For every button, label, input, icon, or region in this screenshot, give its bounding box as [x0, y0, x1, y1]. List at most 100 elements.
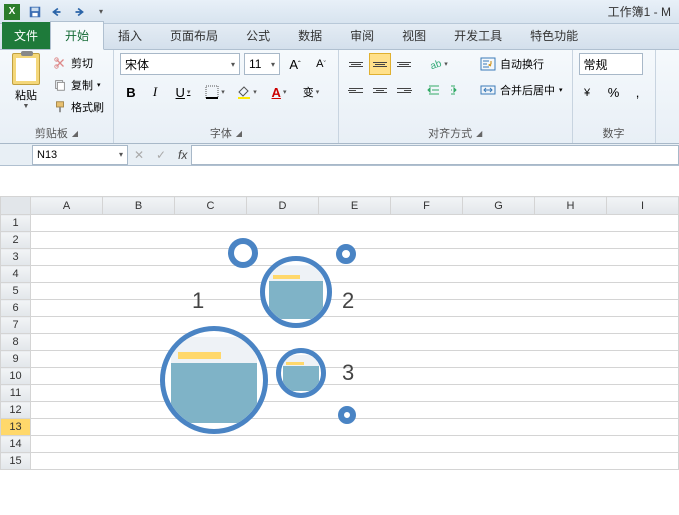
bold-button[interactable]: B [120, 81, 142, 103]
row-header[interactable]: 10 [1, 368, 31, 385]
cell[interactable] [31, 249, 679, 266]
clipboard-dialog-launcher[interactable]: ◢ [72, 129, 78, 138]
align-center-button[interactable] [369, 79, 391, 101]
row-header[interactable]: 5 [1, 283, 31, 300]
row-header[interactable]: 3 [1, 249, 31, 266]
align-right-button[interactable] [393, 79, 415, 101]
row-header[interactable]: 14 [1, 436, 31, 453]
italic-button[interactable]: I [144, 81, 166, 103]
decrease-indent-button[interactable] [423, 79, 445, 101]
cell[interactable] [31, 232, 679, 249]
formula-input[interactable] [191, 145, 679, 165]
fill-color-button[interactable]: ▾ [232, 81, 262, 103]
row-header[interactable]: 2 [1, 232, 31, 249]
cell[interactable] [31, 453, 679, 470]
row-header[interactable]: 12 [1, 402, 31, 419]
row-header[interactable]: 15 [1, 453, 31, 470]
align-middle-button[interactable] [369, 53, 391, 75]
cell[interactable] [31, 385, 679, 402]
underline-button[interactable]: U▾ [168, 81, 198, 103]
font-color-button[interactable]: A ▾ [264, 81, 294, 103]
tab-developer[interactable]: 开发工具 [440, 22, 516, 49]
merge-center-button[interactable]: 合并后居中 ▾ [477, 79, 566, 101]
cell[interactable] [31, 368, 679, 385]
col-header[interactable]: E [319, 197, 391, 215]
qat-customize-dropdown[interactable]: ▾ [91, 3, 111, 21]
col-header[interactable]: G [463, 197, 535, 215]
fx-icon[interactable]: fx [178, 148, 187, 162]
number-format-combo[interactable]: 常规 [579, 53, 643, 75]
tab-review[interactable]: 审阅 [336, 22, 388, 49]
wrap-text-icon [480, 56, 496, 72]
col-header[interactable]: D [247, 197, 319, 215]
font-name-caret: ▾ [227, 60, 235, 69]
alignment-dialog-launcher[interactable]: ◢ [476, 129, 482, 138]
tab-insert[interactable]: 插入 [104, 22, 156, 49]
cut-button[interactable]: 剪切 [50, 53, 107, 73]
cell[interactable] [31, 351, 679, 368]
align-bottom-button[interactable] [393, 53, 415, 75]
font-dialog-launcher[interactable]: ◢ [236, 129, 242, 138]
font-size-combo[interactable]: 11 ▾ [244, 53, 280, 75]
copy-button[interactable]: 复制 ▾ [50, 75, 107, 95]
align-left-button[interactable] [345, 79, 367, 101]
name-box[interactable]: N13 ▾ [32, 145, 128, 165]
format-painter-button[interactable]: 格式刷 [50, 97, 107, 117]
cell-grid[interactable]: A B C D E F G H I 1 2 3 4 5 6 7 8 9 10 1… [0, 196, 679, 470]
decrease-indent-icon [427, 83, 441, 97]
row-header[interactable]: 7 [1, 317, 31, 334]
row-header[interactable]: 1 [1, 215, 31, 232]
select-all-corner[interactable] [1, 197, 31, 215]
font-name-combo[interactable]: 宋体 ▾ [120, 53, 240, 75]
cell[interactable] [31, 300, 679, 317]
tab-view[interactable]: 视图 [388, 22, 440, 49]
decrease-font-button[interactable]: Aˇ [310, 53, 332, 75]
font-name-value: 宋体 [125, 56, 149, 73]
enter-button[interactable]: ✓ [152, 146, 170, 164]
col-header[interactable]: A [31, 197, 103, 215]
currency-button[interactable]: ¥ [579, 81, 601, 103]
phonetic-button[interactable]: 变 ▾ [296, 81, 326, 103]
tab-file[interactable]: 文件 [2, 22, 50, 49]
row-header[interactable]: 4 [1, 266, 31, 283]
increase-font-button[interactable]: Aˆ [284, 53, 306, 75]
cell[interactable] [31, 436, 679, 453]
spacer [0, 166, 679, 196]
align-top-button[interactable] [345, 53, 367, 75]
row-header-selected[interactable]: 13 [1, 419, 31, 436]
row-header[interactable]: 11 [1, 385, 31, 402]
col-header[interactable]: C [175, 197, 247, 215]
orientation-button[interactable]: ab ▾ [423, 53, 453, 75]
row-header[interactable]: 9 [1, 351, 31, 368]
cell[interactable] [31, 317, 679, 334]
border-button[interactable]: ▾ [200, 81, 230, 103]
paste-button[interactable]: 粘贴 ▼ [6, 53, 46, 110]
col-header[interactable]: H [535, 197, 607, 215]
wrap-text-button[interactable]: 自动换行 [477, 53, 566, 75]
tab-special[interactable]: 特色功能 [516, 22, 592, 49]
cell[interactable] [31, 266, 679, 283]
tab-home[interactable]: 开始 [50, 21, 104, 50]
cell[interactable] [31, 334, 679, 351]
cell[interactable] [31, 402, 679, 419]
qat-undo-button[interactable] [47, 3, 67, 21]
cell[interactable] [31, 419, 679, 436]
currency-icon: ¥ [583, 85, 597, 99]
row-header[interactable]: 6 [1, 300, 31, 317]
col-header[interactable]: B [103, 197, 175, 215]
tab-formulas[interactable]: 公式 [232, 22, 284, 49]
col-header[interactable]: I [607, 197, 679, 215]
cell[interactable] [31, 283, 679, 300]
col-header[interactable]: F [391, 197, 463, 215]
qat-save-button[interactable] [25, 3, 45, 21]
percent-button[interactable]: % [603, 81, 625, 103]
row-header[interactable]: 8 [1, 334, 31, 351]
tab-page-layout[interactable]: 页面布局 [156, 22, 232, 49]
cell[interactable] [31, 215, 679, 232]
group-clipboard: 粘贴 ▼ 剪切 复制 ▾ 格式刷 剪贴板 ◢ [0, 50, 114, 143]
comma-button[interactable]: , [627, 81, 649, 103]
qat-redo-button[interactable] [69, 3, 89, 21]
cancel-button[interactable]: ✕ [130, 146, 148, 164]
increase-indent-button[interactable] [447, 79, 469, 101]
tab-data[interactable]: 数据 [284, 22, 336, 49]
